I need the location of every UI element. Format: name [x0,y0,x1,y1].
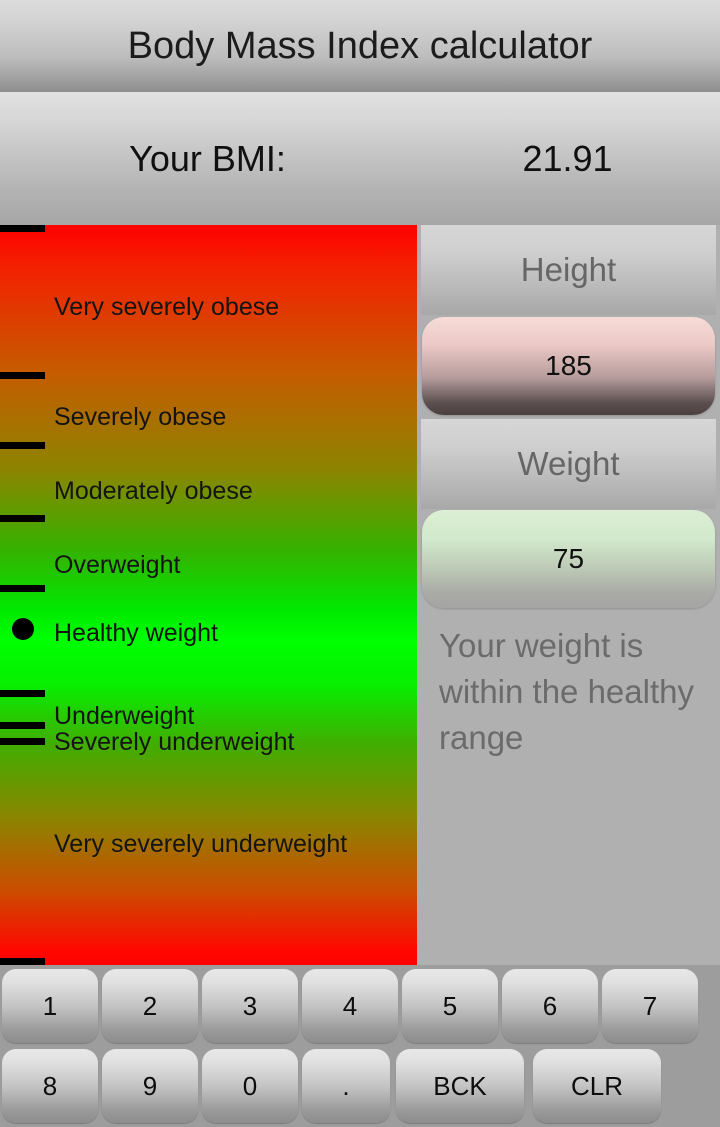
app-title: Body Mass Index calculator [127,24,593,67]
weight-field-label: Weight [421,419,716,509]
scale-category-label: Severely obese [54,403,227,431]
scale-category-label: Very severely underweight [54,830,348,858]
key-0[interactable]: 0 [202,1049,298,1123]
key-6[interactable]: 6 [502,969,598,1043]
scale-tick-7 [0,738,45,745]
key-7[interactable]: 7 [602,969,698,1043]
title-bar: Body Mass Index calculator [0,0,720,92]
scale-category-label: Very severely obese [54,293,280,321]
scale-tick-1 [0,372,45,379]
scale-category-label: Moderately obese [54,477,253,505]
key-backspace[interactable]: BCK [396,1049,524,1123]
key-8[interactable]: 8 [2,1049,98,1123]
scale-category-label: Severely underweight [54,728,295,756]
key-decimal[interactable]: . [302,1049,390,1123]
input-panel: Height 185 Weight 75 Your weight is with… [417,225,720,965]
key-5[interactable]: 5 [402,969,498,1043]
key-clear[interactable]: CLR [533,1049,661,1123]
scale-tick-0 [0,225,45,232]
height-input[interactable]: 185 [422,317,715,415]
weight-input[interactable]: 75 [422,510,715,608]
numeric-keypad: 1 2 3 4 5 6 7 8 9 0. BCK CLR [0,965,720,1127]
scale-category-label: Underweight [54,702,195,730]
height-field-label: Height [421,225,716,315]
key-4[interactable]: 4 [302,969,398,1043]
scale-category-label: Healthy weight [54,619,218,647]
main-content: Very severely obese Severely obese Moderat… [0,225,720,965]
scale-category-label: Overweight [54,551,181,579]
bmi-result-row: Your BMI: 21.91 [0,92,720,225]
key-1[interactable]: 1 [2,969,98,1043]
scale-tick-5 [0,690,45,697]
bmi-result-label: Your BMI: [129,137,286,179]
current-bmi-marker [12,618,34,640]
scale-tick-3 [0,515,45,522]
key-3[interactable]: 3 [202,969,298,1043]
bmi-result-value: 21.91 [522,137,613,179]
scale-tick-6 [0,722,45,729]
bmi-category-scale: Very severely obese Severely obese Moderat… [0,225,417,965]
key-2[interactable]: 2 [102,969,198,1043]
scale-tick-8 [0,958,45,965]
scale-tick-4 [0,585,45,592]
bmi-calculator-app: Body Mass Index calculator Your BMI: 21.… [0,0,720,1127]
key-9[interactable]: 9 [102,1049,198,1123]
scale-tick-2 [0,442,45,449]
status-message: Your weight is within the healthy range [439,627,694,756]
